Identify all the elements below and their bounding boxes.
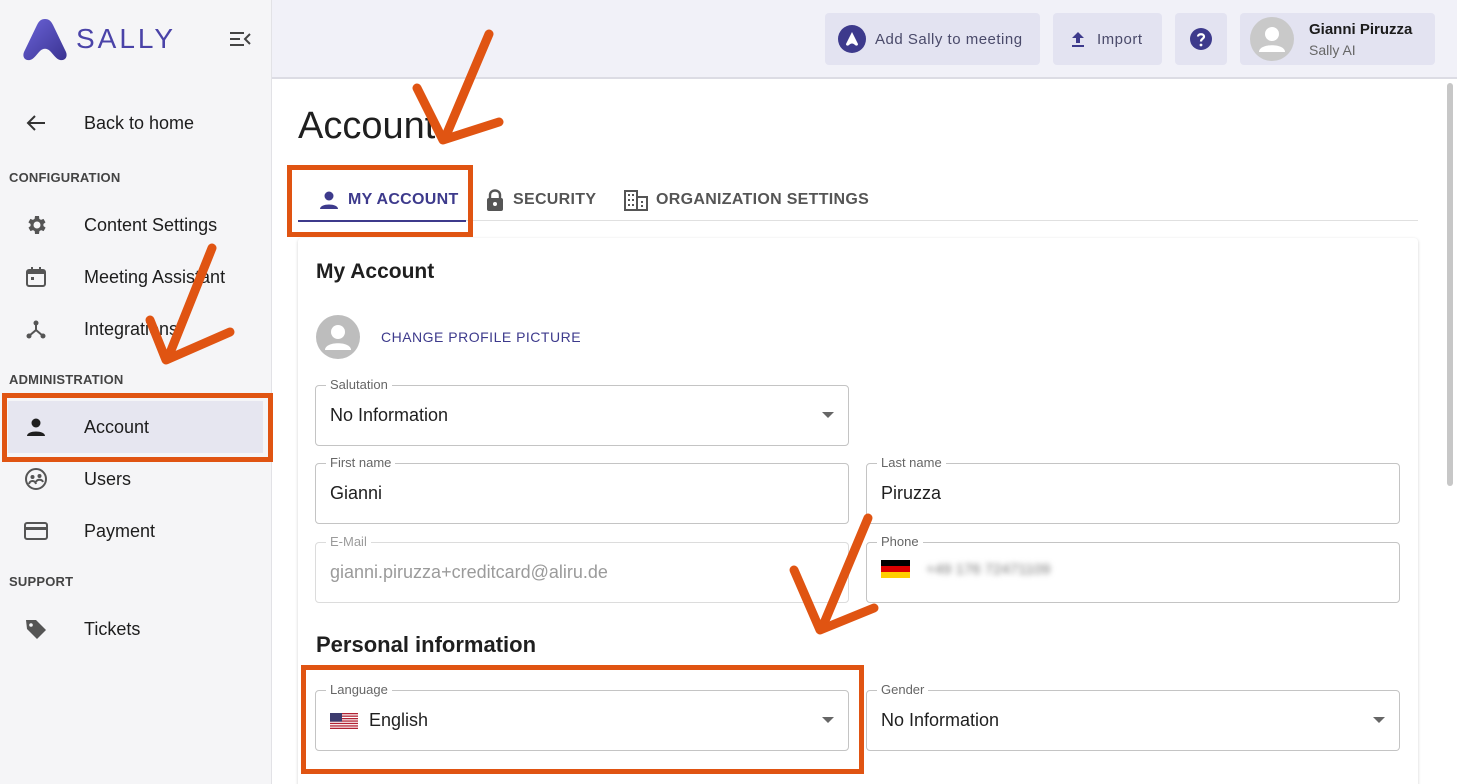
sally-logo-icon: [838, 25, 866, 53]
user-menu[interactable]: Gianni Piruzza Sally AI: [1240, 13, 1435, 65]
field-label: Language: [326, 682, 392, 697]
gear-icon: [22, 211, 50, 239]
field-label: Salutation: [326, 377, 392, 392]
personal-information-heading: Personal information: [316, 632, 537, 657]
salutation-select[interactable]: Salutation No Information: [315, 377, 849, 446]
field-label: Gender: [877, 682, 929, 697]
section-administration: ADMINISTRATION: [9, 372, 124, 387]
users-icon: [22, 465, 50, 493]
gender-select[interactable]: Gender No Information: [866, 682, 1400, 751]
integrations-icon: [22, 315, 50, 343]
section-configuration: CONFIGURATION: [9, 170, 121, 185]
help-button[interactable]: [1175, 13, 1227, 65]
sidebar: SALLY Back to home CONFIGURATION Content…: [0, 0, 272, 784]
tab-bar: MY ACCOUNT SECURITY ORGANIZATION SETTING…: [298, 179, 1418, 222]
phone-value: +49 176 72471109: [926, 560, 1051, 578]
user-name: Gianni Piruzza: [1309, 20, 1413, 38]
card-title: My Account: [316, 260, 435, 283]
brand-name: SALLY: [76, 23, 177, 54]
user-org: Sally AI: [1309, 41, 1356, 58]
tab-organization-settings[interactable]: ORGANIZATION SETTINGS: [624, 179, 869, 221]
tab-my-account[interactable]: MY ACCOUNT: [298, 179, 466, 222]
tab-label: ORGANIZATION SETTINGS: [656, 191, 870, 208]
main-content: Account MY ACCOUNT SECURITY ORGANIZATION…: [272, 81, 1457, 784]
calendar-icon: [22, 263, 50, 291]
field-label: Last name: [877, 455, 946, 470]
page-title: Account: [298, 105, 436, 147]
field-value: English: [369, 710, 429, 730]
field-label: Phone: [877, 534, 923, 549]
sidebar-item-label: Payment: [84, 520, 156, 541]
us-flag-icon: [330, 712, 358, 729]
upload-icon: [1072, 32, 1084, 47]
tab-security[interactable]: SECURITY: [485, 179, 596, 221]
my-account-card: My Account CHANGE PROFILE PICTURE Saluta…: [298, 238, 1418, 784]
back-to-home-link[interactable]: Back to home: [8, 97, 263, 149]
top-bar: Add Sally to meeting Import Gianni Piruz…: [272, 0, 1457, 79]
sidebar-item-users[interactable]: Users: [8, 453, 263, 505]
section-support: SUPPORT: [9, 574, 74, 589]
change-profile-picture-button[interactable]: CHANGE PROFILE PICTURE: [381, 329, 581, 345]
sidebar-item-label: Tickets: [84, 618, 141, 639]
collapse-sidebar-icon[interactable]: [228, 28, 252, 50]
sidebar-item-label: Integrations: [84, 318, 179, 339]
add-sally-to-meeting-button[interactable]: Add Sally to meeting: [825, 13, 1040, 65]
tab-label: MY ACCOUNT: [348, 191, 459, 208]
person-icon: [22, 413, 50, 441]
person-icon: [318, 189, 340, 211]
person-icon: [1259, 27, 1285, 52]
field-value: Gianni: [330, 483, 383, 503]
scrollbar[interactable]: [1447, 83, 1453, 486]
sidebar-item-content-settings[interactable]: Content Settings: [8, 199, 263, 251]
last-name-field[interactable]: Last name Piruzza: [866, 455, 1400, 524]
sidebar-item-label: Meeting Assistant: [84, 266, 226, 287]
building-icon: [624, 189, 648, 211]
tab-label: SECURITY: [513, 191, 597, 208]
person-icon: [325, 325, 351, 350]
field-value: No Information: [330, 405, 449, 425]
dropdown-arrow-icon: [822, 412, 834, 418]
sidebar-item-payment[interactable]: Payment: [8, 505, 263, 557]
field-value: Piruzza: [881, 483, 942, 503]
add-sally-label: Add Sally to meeting: [875, 30, 1023, 48]
sidebar-item-integrations[interactable]: Integrations: [8, 303, 263, 355]
language-select[interactable]: Language English: [315, 682, 849, 751]
field-label: First name: [326, 455, 396, 470]
first-name-field[interactable]: First name Gianni: [315, 455, 849, 524]
phone-field[interactable]: Phone +49 176 72471109: [866, 534, 1400, 603]
import-label: Import: [1097, 30, 1143, 48]
tag-icon: [22, 615, 50, 643]
sally-logo-icon: [23, 19, 67, 61]
sidebar-item-label: Account: [84, 416, 150, 437]
profile-avatar: [316, 315, 360, 359]
dropdown-arrow-icon: [822, 717, 834, 723]
email-field: E-Mail gianni.piruzza+creditcard@aliru.d…: [315, 534, 849, 603]
avatar: [1250, 17, 1294, 61]
brand-logo[interactable]: SALLY: [20, 16, 176, 62]
sidebar-item-label: Content Settings: [84, 214, 218, 235]
sidebar-item-meeting-assistant[interactable]: Meeting Assistant: [8, 251, 263, 303]
credit-card-icon: [22, 517, 50, 545]
help-icon: [1190, 28, 1212, 50]
sidebar-item-tickets[interactable]: Tickets: [8, 603, 263, 655]
dropdown-arrow-icon: [1373, 717, 1385, 723]
field-value: No Information: [881, 710, 1000, 730]
field-value: gianni.piruzza+creditcard@aliru.de: [330, 562, 608, 582]
sidebar-item-account[interactable]: Account: [8, 401, 263, 453]
field-label: E-Mail: [326, 534, 371, 549]
sidebar-item-label: Users: [84, 468, 132, 489]
lock-icon: [485, 188, 505, 212]
arrow-left-icon: [22, 109, 50, 137]
back-to-home-label: Back to home: [84, 112, 195, 133]
app-root: SALLY Back to home CONFIGURATION Content…: [0, 0, 1457, 784]
germany-flag-icon[interactable]: [881, 560, 910, 578]
import-button[interactable]: Import: [1053, 13, 1162, 65]
